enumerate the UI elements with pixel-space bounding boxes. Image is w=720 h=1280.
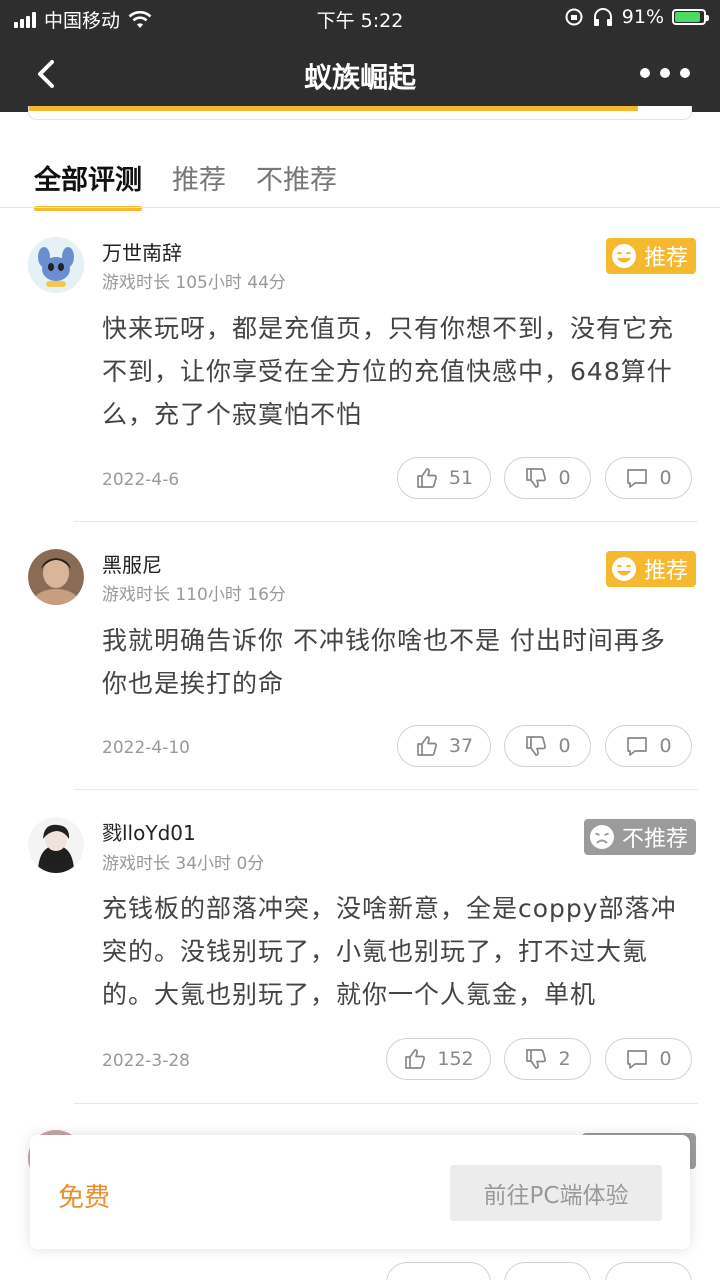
dislike-button[interactable] bbox=[504, 1262, 591, 1280]
tabs-divider bbox=[0, 207, 720, 208]
review-date: 2022-4-6 bbox=[102, 470, 180, 490]
dislike-count: 0 bbox=[558, 467, 571, 489]
badge-label: 不推荐 bbox=[621, 827, 688, 852]
recommend-badge: 推荐 bbox=[605, 551, 696, 587]
rotation-lock-icon bbox=[565, 8, 583, 26]
more-options-icon[interactable] bbox=[640, 56, 690, 90]
comment-icon bbox=[627, 469, 648, 488]
rating-bar bbox=[28, 106, 692, 120]
review-date: 2022-3-28 bbox=[102, 1051, 190, 1071]
review-divider bbox=[74, 1103, 698, 1104]
like-count: 37 bbox=[448, 735, 474, 757]
review-content[interactable]: 我就明确告诉你 不冲钱你啥也不是 付出时间再多 你也是挨打的命 bbox=[102, 619, 692, 705]
headphones-icon bbox=[593, 8, 612, 26]
like-count: 152 bbox=[437, 1048, 474, 1070]
price-label: 免费 bbox=[58, 1183, 111, 1213]
smile-face-icon bbox=[611, 557, 636, 581]
thumbs-down-icon bbox=[526, 736, 547, 756]
review-content[interactable]: 充钱板的部落冲突，没啥新意，全是coppy部落冲突的。没钱别玩了，小氪也别玩了，… bbox=[102, 887, 692, 1016]
comment-icon bbox=[627, 1050, 648, 1069]
like-button[interactable]: 37 bbox=[397, 725, 491, 767]
badge-label: 推荐 bbox=[643, 559, 688, 584]
avatar[interactable] bbox=[28, 817, 84, 873]
tab-not-recommended[interactable]: 不推荐 bbox=[256, 158, 337, 211]
dislike-count: 0 bbox=[558, 735, 571, 757]
download-popup: 免费 前往PC端体验 bbox=[30, 1135, 690, 1249]
battery-percent: 91% bbox=[621, 6, 664, 28]
review-divider bbox=[74, 521, 698, 522]
thumbs-down-icon bbox=[526, 1049, 547, 1069]
comment-count: 0 bbox=[659, 1048, 672, 1070]
thumbs-up-icon bbox=[417, 736, 437, 756]
review-playtime: 游戏时长 34小时 0分 bbox=[102, 854, 265, 874]
review-username[interactable]: 万世南辞 bbox=[102, 237, 182, 266]
like-count: 51 bbox=[448, 467, 474, 489]
comment-button[interactable] bbox=[605, 1262, 692, 1280]
tab-recommended[interactable]: 推荐 bbox=[172, 158, 226, 211]
nav-bar: 蚁族崛起 bbox=[0, 36, 720, 112]
app-header: 中国移动 下午 5:22 91% 蚁族崛起 bbox=[0, 0, 720, 112]
page-title: 蚁族崛起 bbox=[303, 61, 416, 94]
like-button[interactable]: 152 bbox=[386, 1038, 491, 1080]
like-button[interactable] bbox=[386, 1262, 491, 1280]
status-bar: 中国移动 下午 5:22 91% bbox=[0, 0, 720, 36]
thumbs-up-icon bbox=[417, 468, 437, 488]
pc-experience-button[interactable]: 前往PC端体验 bbox=[450, 1165, 662, 1221]
avatar-image bbox=[28, 237, 84, 293]
dislike-button[interactable]: 0 bbox=[504, 725, 591, 767]
review-divider bbox=[74, 789, 698, 790]
recommend-badge: 推荐 bbox=[605, 238, 696, 274]
comment-count: 0 bbox=[659, 467, 672, 489]
not-recommend-badge: 不推荐 bbox=[583, 819, 696, 855]
avatar-image bbox=[28, 549, 84, 605]
review-username[interactable]: 戮lloYd01 bbox=[102, 817, 196, 846]
avatar-image bbox=[28, 817, 84, 873]
comment-count: 0 bbox=[659, 735, 672, 757]
review-date: 2022-4-10 bbox=[102, 738, 190, 758]
review-playtime: 游戏时长 110小时 16分 bbox=[102, 585, 286, 605]
comment-button[interactable]: 0 bbox=[605, 457, 692, 499]
dislike-count: 2 bbox=[558, 1048, 571, 1070]
review-username[interactable]: 黑服尼 bbox=[102, 549, 162, 578]
avatar[interactable] bbox=[28, 549, 84, 605]
tab-all-reviews[interactable]: 全部评测 bbox=[34, 158, 142, 211]
comment-icon bbox=[627, 737, 648, 756]
dislike-button[interactable]: 0 bbox=[504, 457, 591, 499]
thumbs-up-icon bbox=[405, 1049, 426, 1069]
comment-button[interactable]: 0 bbox=[605, 1038, 692, 1080]
review-content[interactable]: 快来玩呀，都是充值页，只有你想不到，没有它充不到，让你享受在全方位的充值快感中，… bbox=[102, 307, 692, 436]
smile-face-icon bbox=[611, 244, 636, 268]
thumbs-down-icon bbox=[526, 468, 547, 488]
comment-button[interactable]: 0 bbox=[605, 725, 692, 767]
review-tabs: 全部评测 推荐 不推荐 bbox=[34, 158, 337, 211]
badge-label: 推荐 bbox=[643, 246, 688, 271]
review-playtime: 游戏时长 105小时 44分 bbox=[102, 273, 286, 293]
avatar[interactable] bbox=[28, 237, 84, 293]
dislike-button[interactable]: 2 bbox=[504, 1038, 591, 1080]
battery-icon bbox=[672, 9, 709, 25]
sad-face-icon bbox=[589, 825, 614, 849]
like-button[interactable]: 51 bbox=[397, 457, 491, 499]
